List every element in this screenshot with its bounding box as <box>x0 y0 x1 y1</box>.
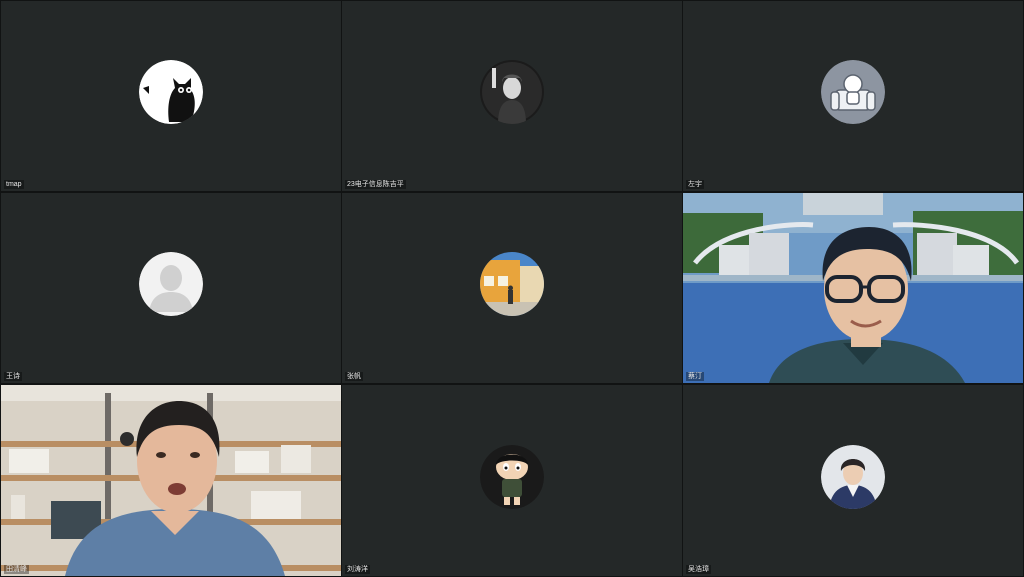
participant-name: 23电子信息陈吉平 <box>345 180 406 189</box>
video-grid: tmap 23电子信息陈吉平 左宇 王诗 张帆 蔡汀 田清峰 刘涛洋 吴浩璋 <box>0 0 1024 577</box>
participant-name: 蔡汀 <box>686 372 704 381</box>
joker-portrait-icon <box>480 60 544 124</box>
participant-name: 王诗 <box>4 372 22 381</box>
participant-tile-8[interactable]: 刘涛洋 <box>342 385 682 576</box>
cartoon-boy-icon <box>480 444 544 509</box>
campus-background-video <box>683 193 1023 383</box>
participant-tile-active-video[interactable]: 蔡汀 <box>683 193 1023 383</box>
default-user-silhouette-icon <box>139 252 203 316</box>
participant-name: 田清峰 <box>4 565 29 574</box>
bookshelf-background-video <box>1 385 341 576</box>
sofa-character-icon <box>821 60 885 124</box>
street-scene-icon <box>480 252 544 316</box>
participant-tile-3[interactable]: 左宇 <box>683 1 1023 191</box>
participant-name: 吴浩璋 <box>686 565 711 574</box>
participant-tile-2[interactable]: 23电子信息陈吉平 <box>342 1 682 191</box>
participant-tile-video-2[interactable]: 田清峰 <box>1 385 341 576</box>
participant-name: tmap <box>4 180 24 189</box>
participant-tile-4[interactable]: 王诗 <box>1 193 341 383</box>
participant-name: 张帆 <box>345 372 363 381</box>
participant-tile-5[interactable]: 张帆 <box>342 193 682 383</box>
cat-moon-icon <box>139 60 203 124</box>
participant-tile-tmap[interactable]: tmap <box>1 1 341 191</box>
participant-tile-9[interactable]: 吴浩璋 <box>683 385 1023 576</box>
student-photo-icon <box>821 444 885 509</box>
participant-name: 刘涛洋 <box>345 565 370 574</box>
participant-name: 左宇 <box>686 180 704 189</box>
